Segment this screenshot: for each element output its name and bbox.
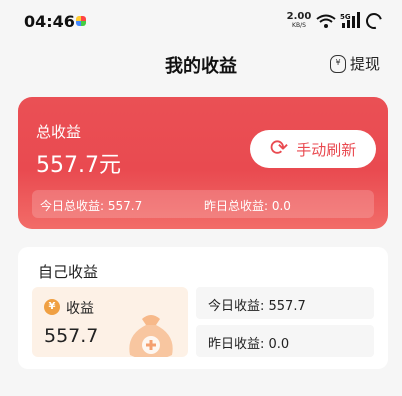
total-summary-bar: 今日总收益: 557.7 昨日总收益: 0.0 — [32, 190, 374, 218]
money-bag-icon: ¥ — [329, 54, 346, 73]
today-earnings: 今日收益: 557.7 — [208, 299, 306, 314]
withdraw-label: 提现 — [349, 55, 380, 73]
yesterday-total-earnings: 昨日总收益: 0.0 — [204, 199, 291, 213]
withdraw-button[interactable]: ¥ 提现 — [329, 53, 380, 74]
yesterday-earnings: 昨日收益: 0.0 — [208, 337, 290, 352]
own-earnings-label: 收益 — [66, 301, 94, 317]
status-time: 04:46 — [24, 12, 75, 31]
wifi-icon — [316, 14, 336, 28]
total-earnings-value: 557.7元 — [36, 153, 121, 178]
manual-refresh-button[interactable]: ⟳ 手动刷新 — [250, 130, 376, 168]
money-bag-illustration-icon — [129, 315, 173, 357]
cellular-signal-icon: 5G — [340, 12, 360, 28]
today-total-earnings: 今日总收益: 557.7 — [40, 199, 143, 213]
today-earnings-row: 今日收益: 557.7 — [196, 287, 374, 319]
app-notification-icon — [76, 16, 86, 26]
manual-refresh-label: 手动刷新 — [296, 140, 357, 159]
yen-coin-icon: ¥ — [44, 299, 60, 315]
status-bar: 04:46 2.00 KB/S 5G — [0, 0, 402, 40]
yesterday-earnings-row: 昨日收益: 0.0 — [196, 325, 374, 357]
total-earnings-card: 总收益 557.7元 ⟳ 手动刷新 今日总收益: 557.7 昨日总收益: 0.… — [18, 97, 388, 229]
own-earnings-value: 557.7 — [44, 325, 99, 347]
network-speed-value: 2.00 — [286, 11, 312, 22]
own-earnings-title: 自己收益 — [38, 263, 99, 281]
refresh-icon: ⟳ — [269, 136, 289, 161]
total-earnings-label: 总收益 — [36, 123, 82, 141]
battery-icon — [363, 10, 385, 32]
network-speed: 2.00 KB/S — [286, 12, 312, 30]
own-earnings-panel: ¥ 收益 557.7 — [32, 287, 188, 357]
network-speed-unit: KB/S — [292, 22, 306, 29]
own-earnings-card: 自己收益 ¥ 收益 557.7 今日收益: 557.7 昨日收益: 0.0 — [18, 247, 388, 369]
network-type-label: 5G — [340, 13, 351, 21]
